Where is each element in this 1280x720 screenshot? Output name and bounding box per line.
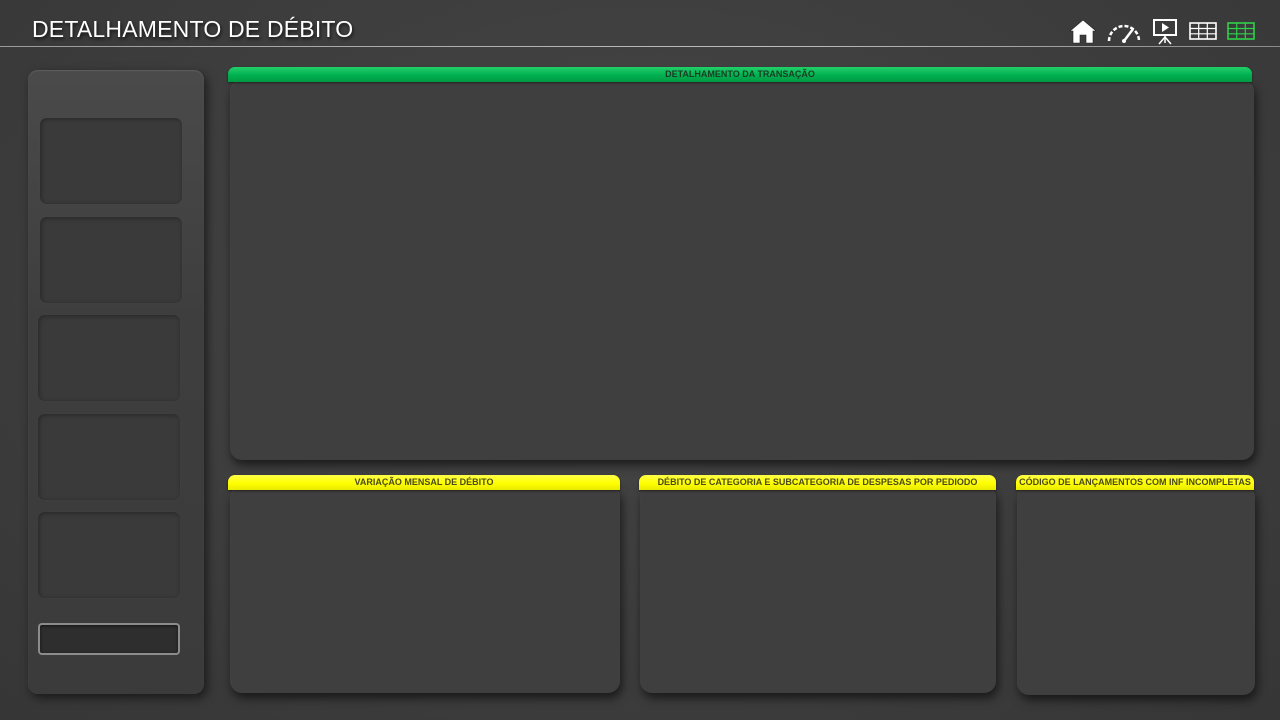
filter-slot-4[interactable] bbox=[38, 414, 180, 500]
monthly-variation-header: VARIAÇÃO MENSAL DE DÉBITO bbox=[228, 475, 620, 490]
title-divider bbox=[0, 46, 1280, 47]
category-debit-panel bbox=[640, 486, 996, 693]
incomplete-entries-header: CÓDIGO DE LANÇAMENTOS COM INF INCOMPLETA… bbox=[1016, 475, 1254, 490]
filter-slot-2[interactable] bbox=[40, 217, 182, 303]
transaction-detail-panel bbox=[230, 80, 1254, 460]
table-button[interactable] bbox=[1188, 16, 1218, 46]
nav-toolbar bbox=[1068, 16, 1256, 46]
page-title: DETALHAMENTO DE DÉBITO bbox=[32, 16, 354, 42]
table-active-icon bbox=[1227, 22, 1255, 40]
filter-slot-3[interactable] bbox=[38, 315, 180, 401]
table-active-button[interactable] bbox=[1226, 16, 1256, 46]
home-icon bbox=[1069, 19, 1097, 44]
dashboard-gauge-icon bbox=[1107, 24, 1141, 43]
monthly-variation-panel bbox=[230, 486, 620, 693]
dashboard-button[interactable] bbox=[1106, 16, 1142, 46]
incomplete-entries-panel bbox=[1017, 486, 1255, 695]
filter-slot-5[interactable] bbox=[38, 512, 180, 598]
filter-sidebar bbox=[28, 70, 204, 694]
presentation-button[interactable] bbox=[1150, 16, 1180, 46]
presentation-icon bbox=[1153, 19, 1177, 45]
transaction-detail-header: DETALHAMENTO DA TRANSAÇÃO bbox=[228, 67, 1252, 82]
home-button[interactable] bbox=[1068, 16, 1098, 46]
table-icon bbox=[1189, 22, 1217, 40]
category-debit-header: DÉBITO DE CATEGORIA E SUBCATEGORIA DE DE… bbox=[639, 475, 996, 490]
filter-slot-1[interactable] bbox=[40, 118, 182, 204]
sidebar-button[interactable] bbox=[38, 623, 180, 655]
